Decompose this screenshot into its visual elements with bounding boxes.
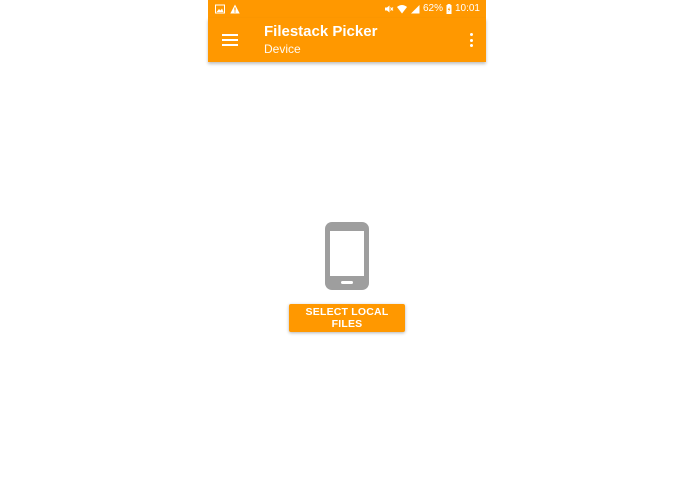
select-local-files-button[interactable]: SELECT LOCAL FILES: [289, 304, 405, 332]
hamburger-menu-icon[interactable]: [221, 32, 239, 48]
wifi-icon: [396, 4, 407, 14]
battery-icon: [446, 4, 452, 14]
app-bar: Filestack Picker Device: [208, 18, 486, 62]
signal-icon: [410, 4, 420, 14]
warning-icon: [230, 4, 240, 14]
battery-percent: 62%: [422, 3, 443, 14]
app-subtitle: Device: [264, 42, 301, 56]
status-bar-left: [215, 4, 240, 14]
status-bar: 62% 10:01: [208, 0, 486, 18]
app-title: Filestack Picker: [264, 23, 378, 40]
gallery-icon: [215, 4, 225, 14]
more-vert-icon[interactable]: [468, 33, 474, 47]
smartphone-icon: [325, 222, 369, 290]
status-bar-right: 62% 10:01: [384, 4, 480, 14]
clock: 10:01: [454, 3, 480, 14]
mute-icon: [384, 4, 394, 14]
phone-screen: 62% 10:01 Filestack Picker Device SELECT…: [208, 0, 486, 494]
app-bar-titles: Filestack Picker Device: [264, 23, 377, 57]
